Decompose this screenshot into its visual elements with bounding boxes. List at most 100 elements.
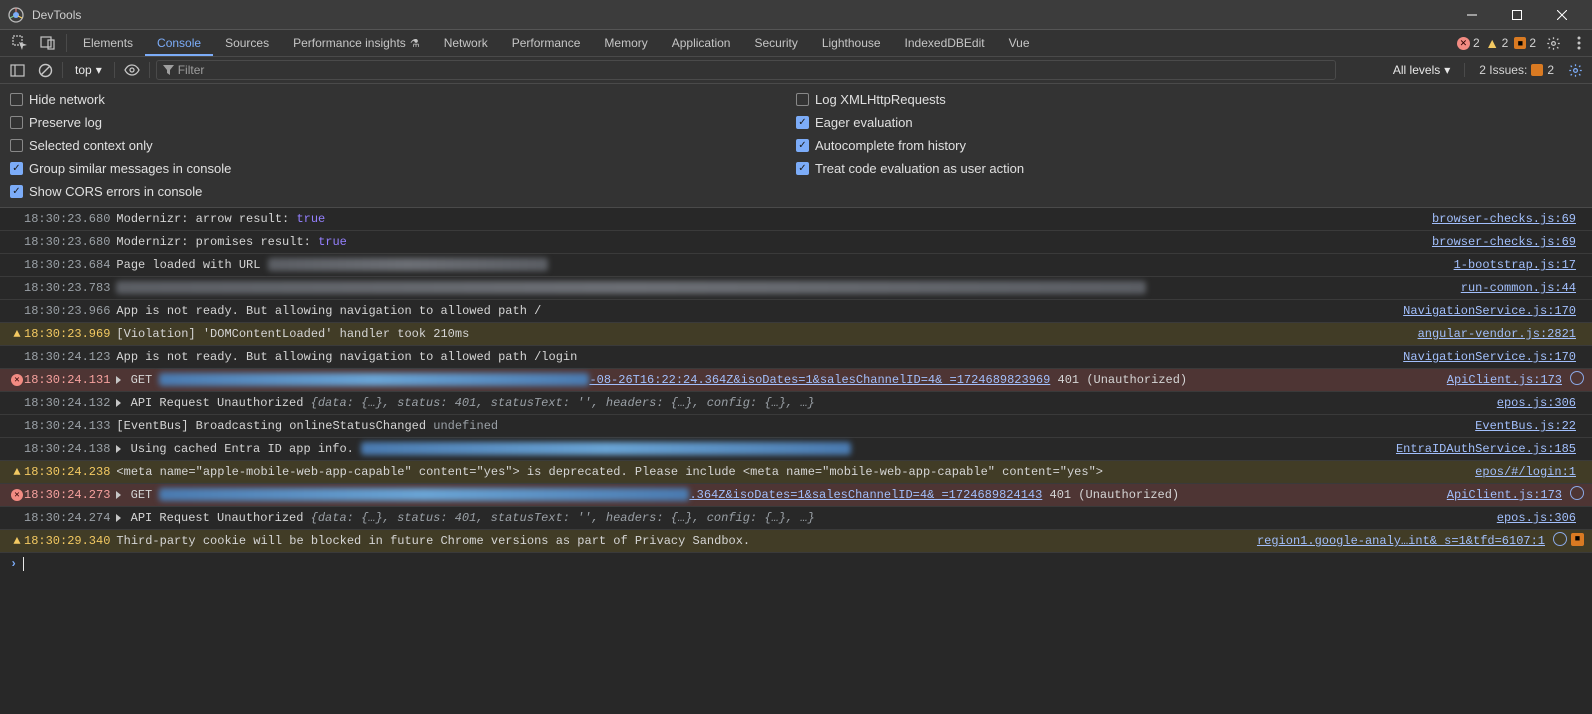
clear-console-button[interactable]: [34, 59, 56, 81]
console-row[interactable]: 18:30:24.132 API Request Unauthorized {d…: [0, 392, 1592, 415]
checkbox-icon: [10, 116, 23, 129]
warning-count: 2: [1502, 36, 1509, 50]
console-settings-pane: Hide network Preserve log Selected context…: [0, 84, 1592, 208]
setting-autocomplete-from-history[interactable]: Autocomplete from history: [796, 138, 1582, 153]
setting-label: Preserve log: [29, 115, 102, 130]
error-count-badge[interactable]: ✕ 2: [1457, 36, 1480, 50]
console-row[interactable]: 18:30:23.684Page loaded with URL 1-boots…: [0, 254, 1592, 277]
source-location-link[interactable]: region1.google-analy…int& s=1&tfd=6107:1: [1249, 532, 1553, 550]
console-row[interactable]: 18:30:24.123App is not ready. But allowi…: [0, 346, 1592, 369]
message: Modernizr: arrow result: true: [116, 210, 1424, 228]
console-message-list[interactable]: 18:30:23.680Modernizr: arrow result: tru…: [0, 208, 1592, 713]
setting-treat-code-evaluation-as-user-action[interactable]: Treat code evaluation as user action: [796, 161, 1582, 176]
issue-badge-icon[interactable]: ■: [1571, 533, 1584, 546]
tab-performance-insights[interactable]: Performance insights⚗: [281, 30, 432, 56]
message: Modernizr: promises result: true: [116, 233, 1424, 251]
expand-icon[interactable]: [116, 376, 121, 384]
source-location-link[interactable]: ApiClient.js:173: [1439, 371, 1570, 389]
console-row[interactable]: 18:30:23.680Modernizr: arrow result: tru…: [0, 208, 1592, 231]
source-location-link[interactable]: EventBus.js:22: [1467, 417, 1584, 435]
more-menu-button[interactable]: [1566, 30, 1592, 56]
console-row[interactable]: 18:30:23.680Modernizr: promises result: …: [0, 231, 1592, 254]
console-row[interactable]: ▲18:30:24.238<meta name="apple-mobile-we…: [0, 461, 1592, 484]
expand-icon[interactable]: [116, 514, 121, 522]
device-toggle-button[interactable]: [34, 30, 62, 56]
setting-group-similar-messages-in-console[interactable]: Group similar messages in console: [10, 161, 796, 176]
network-icon[interactable]: [1553, 532, 1567, 546]
console-row[interactable]: 18:30:24.138 Using cached Entra ID app i…: [0, 438, 1592, 461]
setting-show-cors-errors-in-console[interactable]: Show CORS errors in console: [10, 184, 796, 199]
filter-input[interactable]: Filter: [156, 60, 1336, 80]
setting-label: Hide network: [29, 92, 105, 107]
tab-lighthouse[interactable]: Lighthouse: [810, 30, 893, 56]
settings-button[interactable]: [1540, 30, 1566, 56]
console-prompt[interactable]: ›: [0, 553, 1592, 575]
error-icon: ✕: [10, 371, 24, 389]
tab-network[interactable]: Network: [432, 30, 500, 56]
warning-count-badge[interactable]: ▲ 2: [1486, 36, 1509, 50]
source-location-link[interactable]: browser-checks.js:69: [1424, 233, 1584, 251]
setting-hide-network[interactable]: Hide network: [10, 92, 796, 107]
log-levels-dropdown[interactable]: All levels ▾: [1393, 63, 1450, 77]
source-location-link[interactable]: NavigationService.js:170: [1395, 302, 1584, 320]
tab-application[interactable]: Application: [660, 30, 743, 56]
source-location-link[interactable]: 1-bootstrap.js:17: [1446, 256, 1584, 274]
network-icon[interactable]: [1570, 486, 1584, 500]
tab-vue[interactable]: Vue: [997, 30, 1042, 56]
window-close-button[interactable]: [1539, 0, 1584, 30]
source-location-link[interactable]: ApiClient.js:173: [1439, 486, 1570, 504]
warning-icon: ▲: [10, 532, 24, 550]
console-row[interactable]: ▲18:30:29.340Third-party cookie will be …: [0, 530, 1592, 553]
console-row[interactable]: 18:30:23.783run-common.js:44: [0, 277, 1592, 300]
tab-indexeddbedit[interactable]: IndexedDBEdit: [893, 30, 997, 56]
source-location-link[interactable]: browser-checks.js:69: [1424, 210, 1584, 228]
console-row[interactable]: 18:30:23.966 App is not ready. But allowi…: [0, 300, 1592, 323]
console-row[interactable]: 18:30:24.274 API Request Unauthorized {d…: [0, 507, 1592, 530]
tab-memory[interactable]: Memory: [592, 30, 659, 56]
console-row[interactable]: ✕18:30:24.131 GET -08-26T16:22:24.364Z&i…: [0, 369, 1592, 392]
message: App is not ready. But allowing navigatio…: [116, 302, 1395, 320]
setting-eager-evaluation[interactable]: Eager evaluation: [796, 115, 1582, 130]
source-location-link[interactable]: epos/#/login:1: [1467, 463, 1584, 481]
checkbox-icon: [10, 139, 23, 152]
expand-icon[interactable]: [116, 399, 121, 407]
setting-log-xmlhttprequests[interactable]: Log XMLHttpRequests: [796, 92, 1582, 107]
sidebar-toggle-button[interactable]: [6, 59, 28, 81]
issues-label: 2 Issues:: [1479, 63, 1527, 77]
tab-security[interactable]: Security: [742, 30, 809, 56]
window-maximize-button[interactable]: [1494, 0, 1539, 30]
source-location-link[interactable]: epos.js:306: [1489, 394, 1584, 412]
setting-label: Group similar messages in console: [29, 161, 231, 176]
timestamp: 18:30:23.969: [24, 325, 110, 343]
expand-icon[interactable]: [116, 445, 121, 453]
setting-selected-context-only[interactable]: Selected context only: [10, 138, 796, 153]
console-row[interactable]: ✕18:30:24.273 GET .364Z&isoDates=1&sales…: [0, 484, 1592, 507]
tab-elements[interactable]: Elements: [71, 30, 145, 56]
tab-performance[interactable]: Performance: [500, 30, 593, 56]
console-row[interactable]: ▲18:30:23.969[Violation] 'DOMContentLoad…: [0, 323, 1592, 346]
live-expression-button[interactable]: [121, 59, 143, 81]
checkbox-icon: [796, 93, 809, 106]
source-location-link[interactable]: epos.js:306: [1489, 509, 1584, 527]
window-minimize-button[interactable]: [1449, 0, 1494, 30]
source-location-link[interactable]: angular-vendor.js:2821: [1410, 325, 1584, 343]
source-location-link[interactable]: EntraIDAuthService.js:185: [1388, 440, 1584, 458]
console-row[interactable]: 18:30:24.133[EventBus] Broadcasting onli…: [0, 415, 1592, 438]
prompt-chevron-icon: ›: [10, 557, 17, 571]
network-icon[interactable]: [1570, 371, 1584, 385]
timestamp: 18:30:23.966: [24, 302, 110, 320]
tab-sources[interactable]: Sources: [213, 30, 281, 56]
source-location-link[interactable]: run-common.js:44: [1453, 279, 1584, 297]
issues-link[interactable]: 2 Issues: 2: [1479, 63, 1554, 77]
context-selector[interactable]: top ▾: [69, 63, 108, 77]
console-toolbar: top ▾ Filter All levels ▾ 2 Issues: 2: [0, 57, 1592, 84]
console-settings-button[interactable]: [1564, 63, 1586, 78]
source-location-link[interactable]: NavigationService.js:170: [1395, 348, 1584, 366]
issue-count-badge[interactable]: ■ 2: [1514, 36, 1536, 50]
expand-icon[interactable]: [116, 491, 121, 499]
tab-console[interactable]: Console: [145, 30, 213, 56]
timestamp: 18:30:23.684: [24, 256, 110, 274]
message: API Request Unauthorized {data: {…}, sta…: [116, 394, 1488, 412]
setting-preserve-log[interactable]: Preserve log: [10, 115, 796, 130]
inspect-element-button[interactable]: [6, 30, 34, 56]
